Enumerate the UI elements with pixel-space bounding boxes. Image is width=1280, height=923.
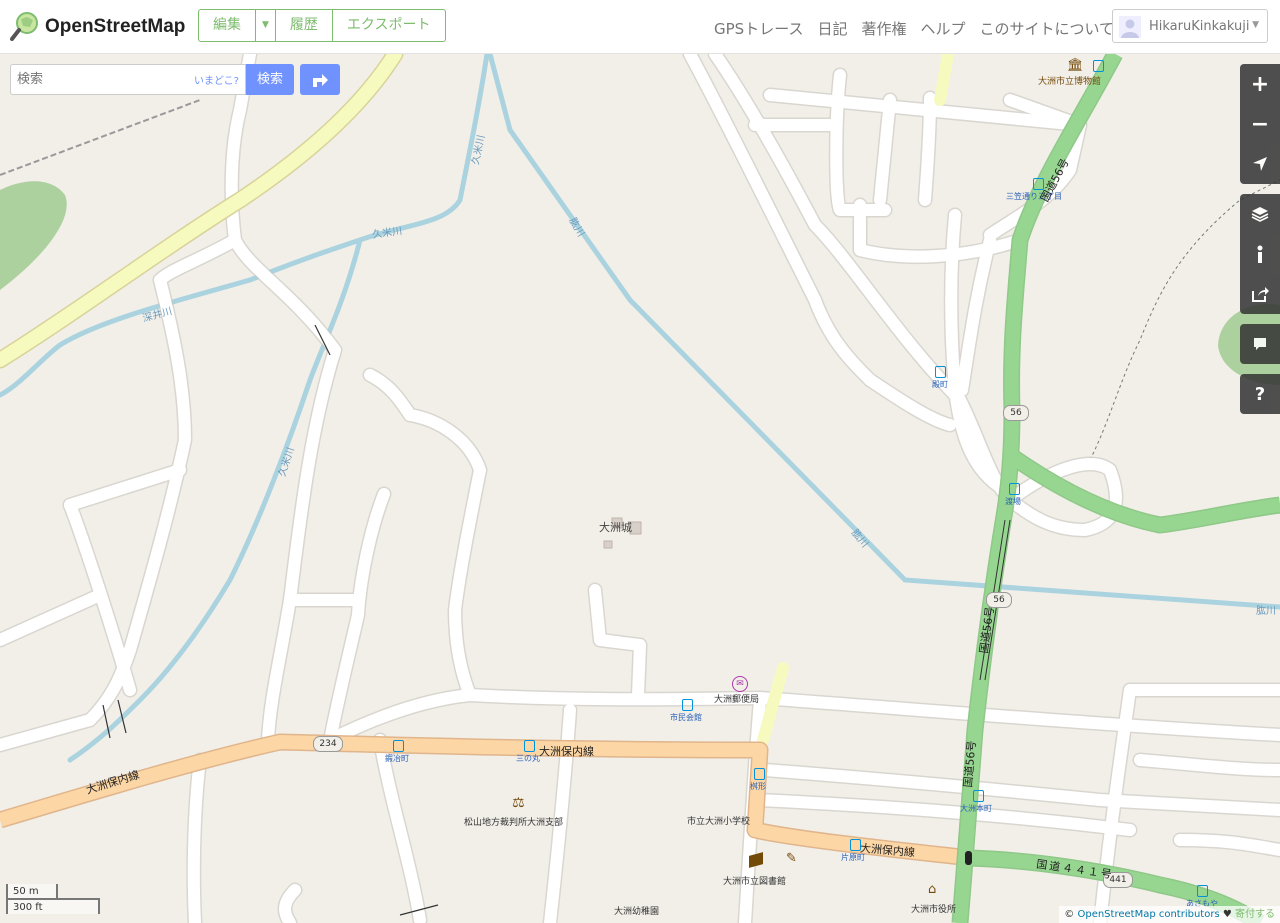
- search-box: いまどこ?: [10, 64, 246, 95]
- directions-button[interactable]: [300, 64, 340, 95]
- road-label: 大洲保内線: [539, 745, 594, 758]
- zoom-out-button[interactable]: −: [1240, 104, 1280, 144]
- zoom-out-icon: −: [1250, 111, 1270, 137]
- share-button[interactable]: [1240, 274, 1280, 314]
- zoom-in-button[interactable]: +: [1240, 64, 1280, 104]
- help-icon: ?: [1254, 383, 1266, 405]
- share-icon: [1252, 287, 1269, 302]
- layers-button[interactable]: [1240, 194, 1280, 234]
- add-note-button[interactable]: [1240, 324, 1280, 364]
- map-tiles: [0, 54, 1280, 923]
- where-am-i-link[interactable]: いまどこ?: [194, 72, 239, 87]
- note-icon: [1254, 338, 1266, 350]
- townhall-icon: ⌂: [928, 882, 937, 897]
- court-label: 松山地方裁判所大洲支部: [464, 818, 564, 828]
- bus-stop-label: 殿町: [932, 380, 948, 389]
- edit-dropdown-caret-icon[interactable]: ▼: [256, 10, 276, 41]
- directions-icon: [313, 74, 328, 87]
- help-button[interactable]: ?: [1240, 374, 1280, 414]
- attribution-link[interactable]: OpenStreetMap contributors: [1077, 909, 1219, 920]
- bus-stop-icon: [393, 740, 404, 752]
- user-caret-icon: ▼: [1252, 20, 1259, 30]
- nav-gps-traces[interactable]: GPSトレース: [714, 20, 803, 38]
- map-key-button[interactable]: [1240, 234, 1280, 274]
- library-label: 大洲市立図書館: [723, 877, 787, 887]
- castle-building: [603, 540, 613, 549]
- donate-link[interactable]: 寄付する: [1235, 909, 1275, 920]
- bus-stop-label: 渡場: [1005, 497, 1021, 506]
- zoom-in-icon: +: [1250, 71, 1270, 97]
- school-label: 市立大洲小学校: [687, 817, 751, 827]
- bus-stop-icon: [1093, 60, 1104, 72]
- search-button[interactable]: 検索: [246, 64, 294, 95]
- primary-actions: 編集 ▼ 履歴 エクスポート: [198, 9, 446, 42]
- scale-imperial: 300 ft: [6, 898, 100, 914]
- copyright-symbol: ©: [1064, 909, 1075, 920]
- avatar-icon: [1119, 16, 1141, 38]
- school-icon: ✎: [786, 851, 797, 866]
- traffic-signals-icon: [965, 851, 972, 865]
- bus-stop-icon: [1197, 885, 1208, 897]
- osm-logo-icon[interactable]: [10, 11, 40, 41]
- map-canvas[interactable]: 56 56 234 441 🏛 ✉ ⚖ ✎ ⌂ 大洲城 大洲市立博物館 大洲郵便…: [0, 54, 1280, 923]
- secondary-nav: GPSトレース 日記 著作権 ヘルプ このサイトについて: [714, 18, 1128, 39]
- bus-stop-icon: [524, 740, 535, 752]
- bus-stop-icon: [682, 699, 693, 711]
- layers-icon: [1251, 207, 1269, 222]
- header: OpenStreetMap 編集 ▼ 履歴 エクスポート GPSトレース 日記 著作…: [0, 0, 1280, 54]
- nav-help[interactable]: ヘルプ: [920, 20, 965, 38]
- post-office-label: 大洲郵便局: [714, 695, 760, 705]
- river-label: 肱川: [1256, 606, 1276, 617]
- nav-diary[interactable]: 日記: [817, 20, 847, 38]
- museum-label: 大洲市立博物館: [1038, 77, 1102, 87]
- attribution: © OpenStreetMap contributors ♥ 寄付する: [1059, 906, 1280, 923]
- bus-stop-icon: [754, 768, 765, 780]
- bus-stop-icon: [935, 366, 946, 378]
- info-icon: [1257, 245, 1263, 263]
- nav-copyright[interactable]: 著作権: [861, 20, 906, 38]
- post-office-icon: ✉: [732, 676, 748, 692]
- city-hall-label: 大洲市役所: [911, 905, 957, 915]
- heart-icon: ♥: [1222, 909, 1232, 920]
- park-area: [0, 181, 67, 290]
- scale-bar: 50 m 300 ft: [6, 884, 100, 914]
- castle-label: 大洲城: [599, 521, 632, 534]
- edit-button[interactable]: 編集: [199, 10, 256, 41]
- court-icon: ⚖: [512, 795, 525, 811]
- bus-stop-label: 市民会館: [670, 713, 702, 722]
- museum-icon: 🏛: [1067, 58, 1084, 73]
- search-input[interactable]: [11, 65, 191, 94]
- bus-stop-label: 三の丸: [516, 754, 540, 763]
- route-shield-56: 56: [986, 592, 1012, 608]
- locate-icon: [1253, 157, 1267, 171]
- username: HikaruKinkakuji: [1149, 19, 1250, 34]
- bus-stop-icon: [1009, 483, 1020, 495]
- route-shield-234: 234: [313, 736, 343, 752]
- brand-name[interactable]: OpenStreetMap: [45, 16, 185, 38]
- route-shield-56: 56: [1003, 405, 1029, 421]
- user-menu[interactable]: HikaruKinkakuji ▼: [1112, 9, 1268, 43]
- nav-about[interactable]: このサイトについて: [980, 20, 1115, 38]
- kindergarten-label: 大洲幼稚園: [614, 907, 660, 917]
- bus-stop-label: 大洲本町: [960, 804, 992, 813]
- bus-stop-icon: [973, 790, 984, 802]
- bus-stop-label: 鍜冶町: [385, 754, 409, 763]
- locate-button[interactable]: [1240, 144, 1280, 184]
- export-button[interactable]: エクスポート: [333, 10, 445, 41]
- history-button[interactable]: 履歴: [276, 10, 333, 41]
- bus-stop-label: 桝形: [750, 782, 766, 791]
